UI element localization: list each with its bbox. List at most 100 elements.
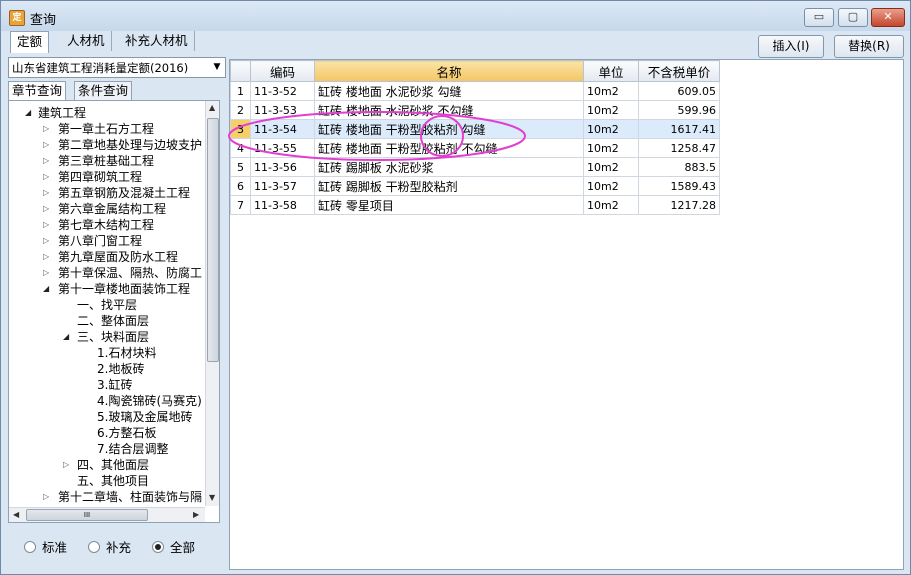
tree-node-label: 第四章砌筑工程 [58,170,143,184]
tree-node-label: 四、其他面层 [77,458,150,472]
cell-code[interactable]: 11-3-56 [250,157,315,177]
collapsed-triangle-icon[interactable]: ▷ [43,153,49,169]
replace-button[interactable]: 替换(R) [834,35,904,58]
cell-code[interactable]: 11-3-53 [250,100,315,120]
cell-name[interactable]: 缸砖 零星项目 [314,195,584,215]
tree-node-label: 第十二章墙、柱面装饰与隔 [58,490,203,504]
tree-node-label: 5.玻璃及金属地砖 [97,410,193,424]
scroll-down-icon[interactable]: ▼ [209,493,215,502]
collapsed-triangle-icon[interactable]: ▷ [43,185,49,201]
column-header-row-number [230,60,251,82]
collapsed-triangle-icon[interactable]: ▷ [43,217,49,233]
tree-node-label: 第十一章楼地面装饰工程 [58,282,191,296]
tree-node-label: 第六章金属结构工程 [58,202,167,216]
cell-unit[interactable]: 10m2 [583,157,639,177]
tree-node-label: 第九章屋面及防水工程 [58,250,179,264]
minimize-button[interactable]: ▭ [804,8,834,27]
collapsed-triangle-icon[interactable]: ▷ [43,201,49,217]
table-row-selected[interactable]: 3 11-3-54 缸砖 楼地面 干粉型胶粘剂 勾缝 10m2 1617.41 [230,119,720,139]
tree-node-label: 第三章桩基础工程 [58,154,155,168]
table-row[interactable]: 4 11-3-55 缸砖 楼地面 干粉型胶粘剂 不勾缝 10m2 1258.47 [230,138,720,158]
collapsed-triangle-icon[interactable]: ▷ [43,249,49,265]
collapsed-triangle-icon[interactable]: ▷ [43,169,49,185]
tree-horizontal-scrollbar[interactable]: ◀ III ▶ [9,507,205,522]
window-title: 查询 [30,13,57,28]
collapsed-triangle-icon[interactable]: ▷ [43,121,49,137]
tree-node-label: 五、其他项目 [77,474,150,488]
cell-unit[interactable]: 10m2 [583,195,639,215]
cell-price[interactable]: 609.05 [638,81,720,101]
radio-label: 标准 [42,540,68,555]
tree-node-label: 1.石材块料 [97,346,157,360]
maximize-button[interactable]: ▢ [838,8,868,27]
table-row[interactable]: 7 11-3-58 缸砖 零星项目 10m2 1217.28 [230,195,720,215]
expanded-triangle-icon[interactable]: ◢ [25,105,31,121]
tab-quota[interactable]: 定额 [10,31,50,53]
table-header-row: 编码 名称 单位 不含税单价 [230,60,720,82]
collapsed-triangle-icon[interactable]: ▷ [43,233,49,249]
scroll-thumb[interactable] [207,118,219,362]
scroll-right-icon[interactable]: ▶ [193,510,199,519]
close-button[interactable]: ✕ [871,8,905,27]
table-row[interactable]: 6 11-3-57 缸砖 踢脚板 干粉型胶粘剂 10m2 1589.43 [230,176,720,196]
tree-node-label: 4.陶瓷锦砖(马赛克) [97,394,202,408]
row-number: 6 [230,176,251,196]
cell-name[interactable]: 缸砖 楼地面 干粉型胶粘剂 勾缝 [314,119,584,139]
radio-circle-icon[interactable] [24,541,36,553]
chevron-down-icon[interactable]: ▼ [209,58,225,77]
radio-supplementary[interactable]: 补充 [88,537,131,556]
radio-all[interactable]: 全部 [152,537,195,556]
cell-code[interactable]: 11-3-58 [250,195,315,215]
scroll-up-icon[interactable]: ▲ [209,103,215,112]
cell-name[interactable]: 缸砖 踢脚板 干粉型胶粘剂 [314,176,584,196]
table-row[interactable]: 2 11-3-53 缸砖 楼地面 水泥砂浆 不勾缝 10m2 599.96 [230,100,720,120]
radio-standard[interactable]: 标准 [24,537,67,556]
tab-condition-search[interactable]: 条件查询 [74,81,133,101]
cell-name[interactable]: 缸砖 楼地面 干粉型胶粘剂 不勾缝 [314,138,584,158]
cell-unit[interactable]: 10m2 [583,119,639,139]
cell-unit[interactable]: 10m2 [583,138,639,158]
cell-code[interactable]: 11-3-52 [250,81,315,101]
table-row[interactable]: 5 11-3-56 缸砖 踢脚板 水泥砂浆 10m2 883.5 [230,157,720,177]
cell-unit[interactable]: 10m2 [583,176,639,196]
tab-labor-material-machine[interactable]: 人材机 [61,31,112,51]
cell-price[interactable]: 1617.41 [638,119,720,139]
cell-code[interactable]: 11-3-54 [250,119,315,139]
collapsed-triangle-icon[interactable]: ▷ [63,457,69,473]
title-bar[interactable]: 定 查询 ▭ ▢ ✕ [1,1,910,31]
quota-library-value: 山东省建筑工程消耗量定额(2016) [12,61,189,75]
column-header-name[interactable]: 名称 [314,60,584,82]
cell-unit[interactable]: 10m2 [583,100,639,120]
column-header-code[interactable]: 编码 [250,60,315,82]
insert-button[interactable]: 插入(I) [758,35,824,58]
column-header-unit[interactable]: 单位 [583,60,639,82]
cell-name[interactable]: 缸砖 楼地面 水泥砂浆 不勾缝 [314,100,584,120]
collapsed-triangle-icon[interactable]: ▷ [43,265,49,281]
cell-code[interactable]: 11-3-57 [250,176,315,196]
collapsed-triangle-icon[interactable]: ▷ [43,489,49,505]
cell-code[interactable]: 11-3-55 [250,138,315,158]
cell-price[interactable]: 599.96 [638,100,720,120]
cell-price[interactable]: 1589.43 [638,176,720,196]
cell-name[interactable]: 缸砖 踢脚板 水泥砂浆 [314,157,584,177]
cell-name[interactable]: 缸砖 楼地面 水泥砂浆 勾缝 [314,81,584,101]
cell-unit[interactable]: 10m2 [583,81,639,101]
collapsed-triangle-icon[interactable]: ▷ [43,137,49,153]
cell-price[interactable]: 1258.47 [638,138,720,158]
scroll-left-icon[interactable]: ◀ [13,510,19,519]
scroll-thumb[interactable]: III [26,509,148,521]
tree-node-label: 第十章保温、隔热、防腐工 [58,266,203,280]
column-header-price[interactable]: 不含税单价 [638,60,720,82]
tree-vertical-scrollbar[interactable]: ▲ ▼ [205,101,219,506]
table-row[interactable]: 1 11-3-52 缸砖 楼地面 水泥砂浆 勾缝 10m2 609.05 [230,81,720,101]
radio-circle-selected-icon[interactable] [152,541,164,553]
tab-supplementary-lmm[interactable]: 补充人材机 [119,31,195,51]
row-number: 3 [230,119,251,139]
cell-price[interactable]: 1217.28 [638,195,720,215]
quota-library-select[interactable]: 山东省建筑工程消耗量定额(2016) ▼ [8,57,226,78]
cell-price[interactable]: 883.5 [638,157,720,177]
expanded-triangle-icon[interactable]: ◢ [43,281,49,297]
expanded-triangle-icon[interactable]: ◢ [63,329,69,345]
radio-circle-icon[interactable] [88,541,100,553]
tab-chapter-search[interactable]: 章节查询 [8,81,67,101]
